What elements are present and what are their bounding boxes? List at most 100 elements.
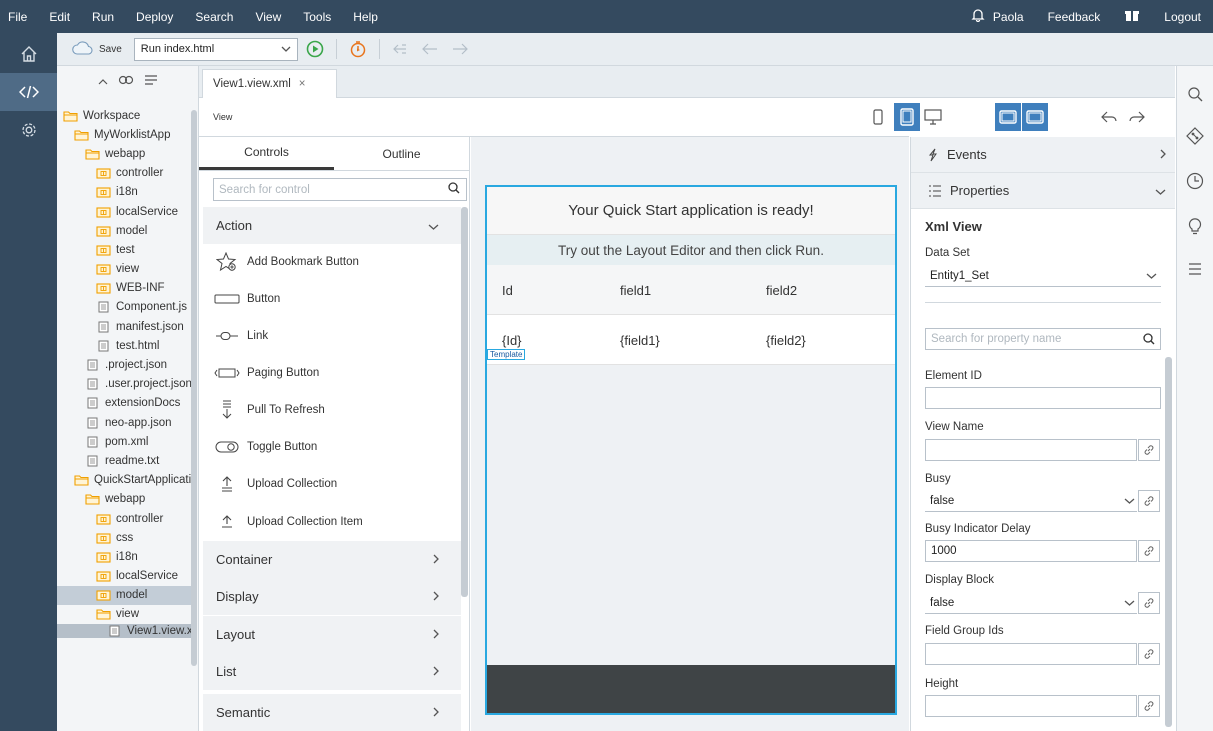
control-pull-to-refresh[interactable]: Pull To Refresh: [213, 397, 325, 423]
menu-file[interactable]: File: [0, 10, 38, 24]
menu-edit[interactable]: Edit: [38, 10, 81, 24]
binding-link-icon[interactable]: [1138, 490, 1160, 512]
close-icon[interactable]: ×: [299, 78, 306, 90]
binding-link-icon[interactable]: [1138, 439, 1160, 461]
tree-folder-item[interactable]: i18n: [57, 183, 191, 202]
menu-deploy[interactable]: Deploy: [125, 10, 184, 24]
tree-folder-item[interactable]: Workspace: [57, 106, 191, 125]
control-upload-collection-item[interactable]: Upload Collection Item: [213, 509, 363, 535]
control-paging-button[interactable]: Paging Button: [213, 360, 319, 386]
tree-folder-item[interactable]: WEB-INF: [57, 279, 191, 298]
home-icon[interactable]: [0, 35, 57, 73]
tab-controls[interactable]: Controls: [199, 137, 334, 170]
tree-file-item[interactable]: View1.view.xml: [57, 624, 191, 639]
back-arrow-icon[interactable]: [421, 43, 438, 55]
run-play-icon[interactable]: [306, 40, 324, 58]
tree-folder-item[interactable]: i18n: [57, 547, 191, 566]
menu-help[interactable]: Help: [342, 10, 389, 24]
menu-lines-icon[interactable]: [144, 74, 158, 88]
save-button[interactable]: Save: [71, 40, 122, 58]
menu-view[interactable]: View: [244, 10, 292, 24]
collapse-up-icon[interactable]: [98, 74, 108, 88]
tree-folder-item[interactable]: localService: [57, 567, 191, 586]
tree-folder-item[interactable]: view: [57, 260, 191, 279]
tree-folder-item[interactable]: model: [57, 585, 191, 605]
table-row[interactable]: {Id} {field1} {field2}: [487, 315, 895, 365]
settings-gear-icon[interactable]: [0, 111, 57, 149]
forward-arrow-icon[interactable]: [452, 43, 468, 55]
control-add-bookmark-button[interactable]: Add Bookmark Button: [213, 249, 359, 275]
gift-icon[interactable]: [1112, 8, 1152, 25]
control-upload-collection[interactable]: Upload Collection: [213, 471, 337, 497]
outline-list-icon[interactable]: [1183, 257, 1207, 281]
redo-icon[interactable]: [1124, 103, 1150, 131]
tree-file-item[interactable]: test.html: [57, 336, 191, 355]
busy-indicator-delay-input[interactable]: 1000: [925, 540, 1137, 562]
tree-folder-item[interactable]: MyWorklistApp: [57, 125, 191, 144]
category-container[interactable]: Container: [203, 541, 461, 578]
history-clock-icon[interactable]: [1183, 169, 1207, 193]
tab-outline[interactable]: Outline: [334, 137, 469, 170]
category-semantic[interactable]: Semantic: [203, 694, 461, 731]
tree-file-item[interactable]: .user.project.json: [57, 375, 191, 394]
menu-tools[interactable]: Tools: [292, 10, 342, 24]
notification-bell-icon[interactable]: [959, 8, 991, 25]
git-diamond-icon[interactable]: [1183, 124, 1207, 148]
display-block-select[interactable]: false: [925, 592, 1137, 614]
tree-folder-item[interactable]: test: [57, 240, 191, 259]
tree-folder-item[interactable]: webapp: [57, 144, 191, 163]
property-search-input[interactable]: Search for property name: [925, 328, 1161, 350]
tree-file-item[interactable]: extensionDocs: [57, 394, 191, 413]
tree-folder-item[interactable]: webapp: [57, 490, 191, 509]
tree-file-item[interactable]: Component.js: [57, 298, 191, 317]
binding-link-icon[interactable]: [1138, 540, 1160, 562]
device-preview[interactable]: Your Quick Start application is ready! T…: [485, 185, 897, 715]
search-icon[interactable]: [1143, 333, 1155, 345]
tab-view1-xml[interactable]: View1.view.xml ×: [202, 69, 337, 98]
tree-file-item[interactable]: readme.txt: [57, 451, 191, 470]
preview-subtitle[interactable]: Try out the Layout Editor and then click…: [487, 235, 895, 265]
control-toggle-button[interactable]: Toggle Button: [213, 434, 317, 460]
tablet-device-icon[interactable]: [894, 103, 920, 131]
logout-link[interactable]: Logout: [1152, 10, 1213, 24]
tree-folder-item[interactable]: view: [57, 605, 191, 624]
explorer-scrollbar[interactable]: [191, 110, 197, 666]
preview-title[interactable]: Your Quick Start application is ready!: [487, 187, 895, 235]
tree-file-item[interactable]: .project.json: [57, 355, 191, 374]
tree-folder-item[interactable]: QuickStartApplication: [57, 471, 191, 490]
search-icon[interactable]: [1183, 82, 1207, 106]
phone-device-icon[interactable]: [865, 103, 891, 131]
undo-icon[interactable]: [1096, 103, 1122, 131]
control-button[interactable]: Button: [213, 286, 280, 312]
busy-select[interactable]: false: [925, 490, 1137, 512]
controls-scrollbar[interactable]: [461, 207, 468, 597]
binding-link-icon[interactable]: [1138, 643, 1160, 665]
link-editor-icon[interactable]: [118, 74, 134, 88]
code-editor-icon[interactable]: [0, 73, 57, 111]
toggle-right-panel-icon[interactable]: [1022, 103, 1048, 131]
undo-history-icon[interactable]: [392, 43, 408, 55]
preview-footer[interactable]: [487, 665, 895, 713]
element-id-input[interactable]: [925, 387, 1161, 409]
control-link[interactable]: Link: [213, 323, 268, 349]
tree-folder-item[interactable]: model: [57, 221, 191, 240]
data-set-select[interactable]: Entity1_Set: [925, 265, 1161, 287]
binding-link-icon[interactable]: [1138, 592, 1160, 614]
view-name-input[interactable]: [925, 439, 1137, 461]
tree-folder-item[interactable]: controller: [57, 164, 191, 183]
tree-folder-item[interactable]: css: [57, 528, 191, 547]
menu-search[interactable]: Search: [184, 10, 244, 24]
search-icon[interactable]: [448, 182, 460, 197]
control-search-input[interactable]: Search for control: [213, 178, 467, 201]
height-input[interactable]: [925, 695, 1137, 717]
category-layout[interactable]: Layout: [203, 616, 461, 653]
binding-link-icon[interactable]: [1138, 695, 1160, 717]
tree-file-item[interactable]: pom.xml: [57, 432, 191, 451]
category-action[interactable]: Action: [203, 207, 461, 244]
tree-file-item[interactable]: neo-app.json: [57, 413, 191, 432]
events-header[interactable]: Events: [911, 137, 1175, 173]
properties-header[interactable]: Properties: [911, 173, 1175, 209]
lightbulb-icon[interactable]: [1183, 214, 1207, 238]
user-name[interactable]: Paola: [991, 10, 1036, 24]
field-group-ids-input[interactable]: [925, 643, 1137, 665]
